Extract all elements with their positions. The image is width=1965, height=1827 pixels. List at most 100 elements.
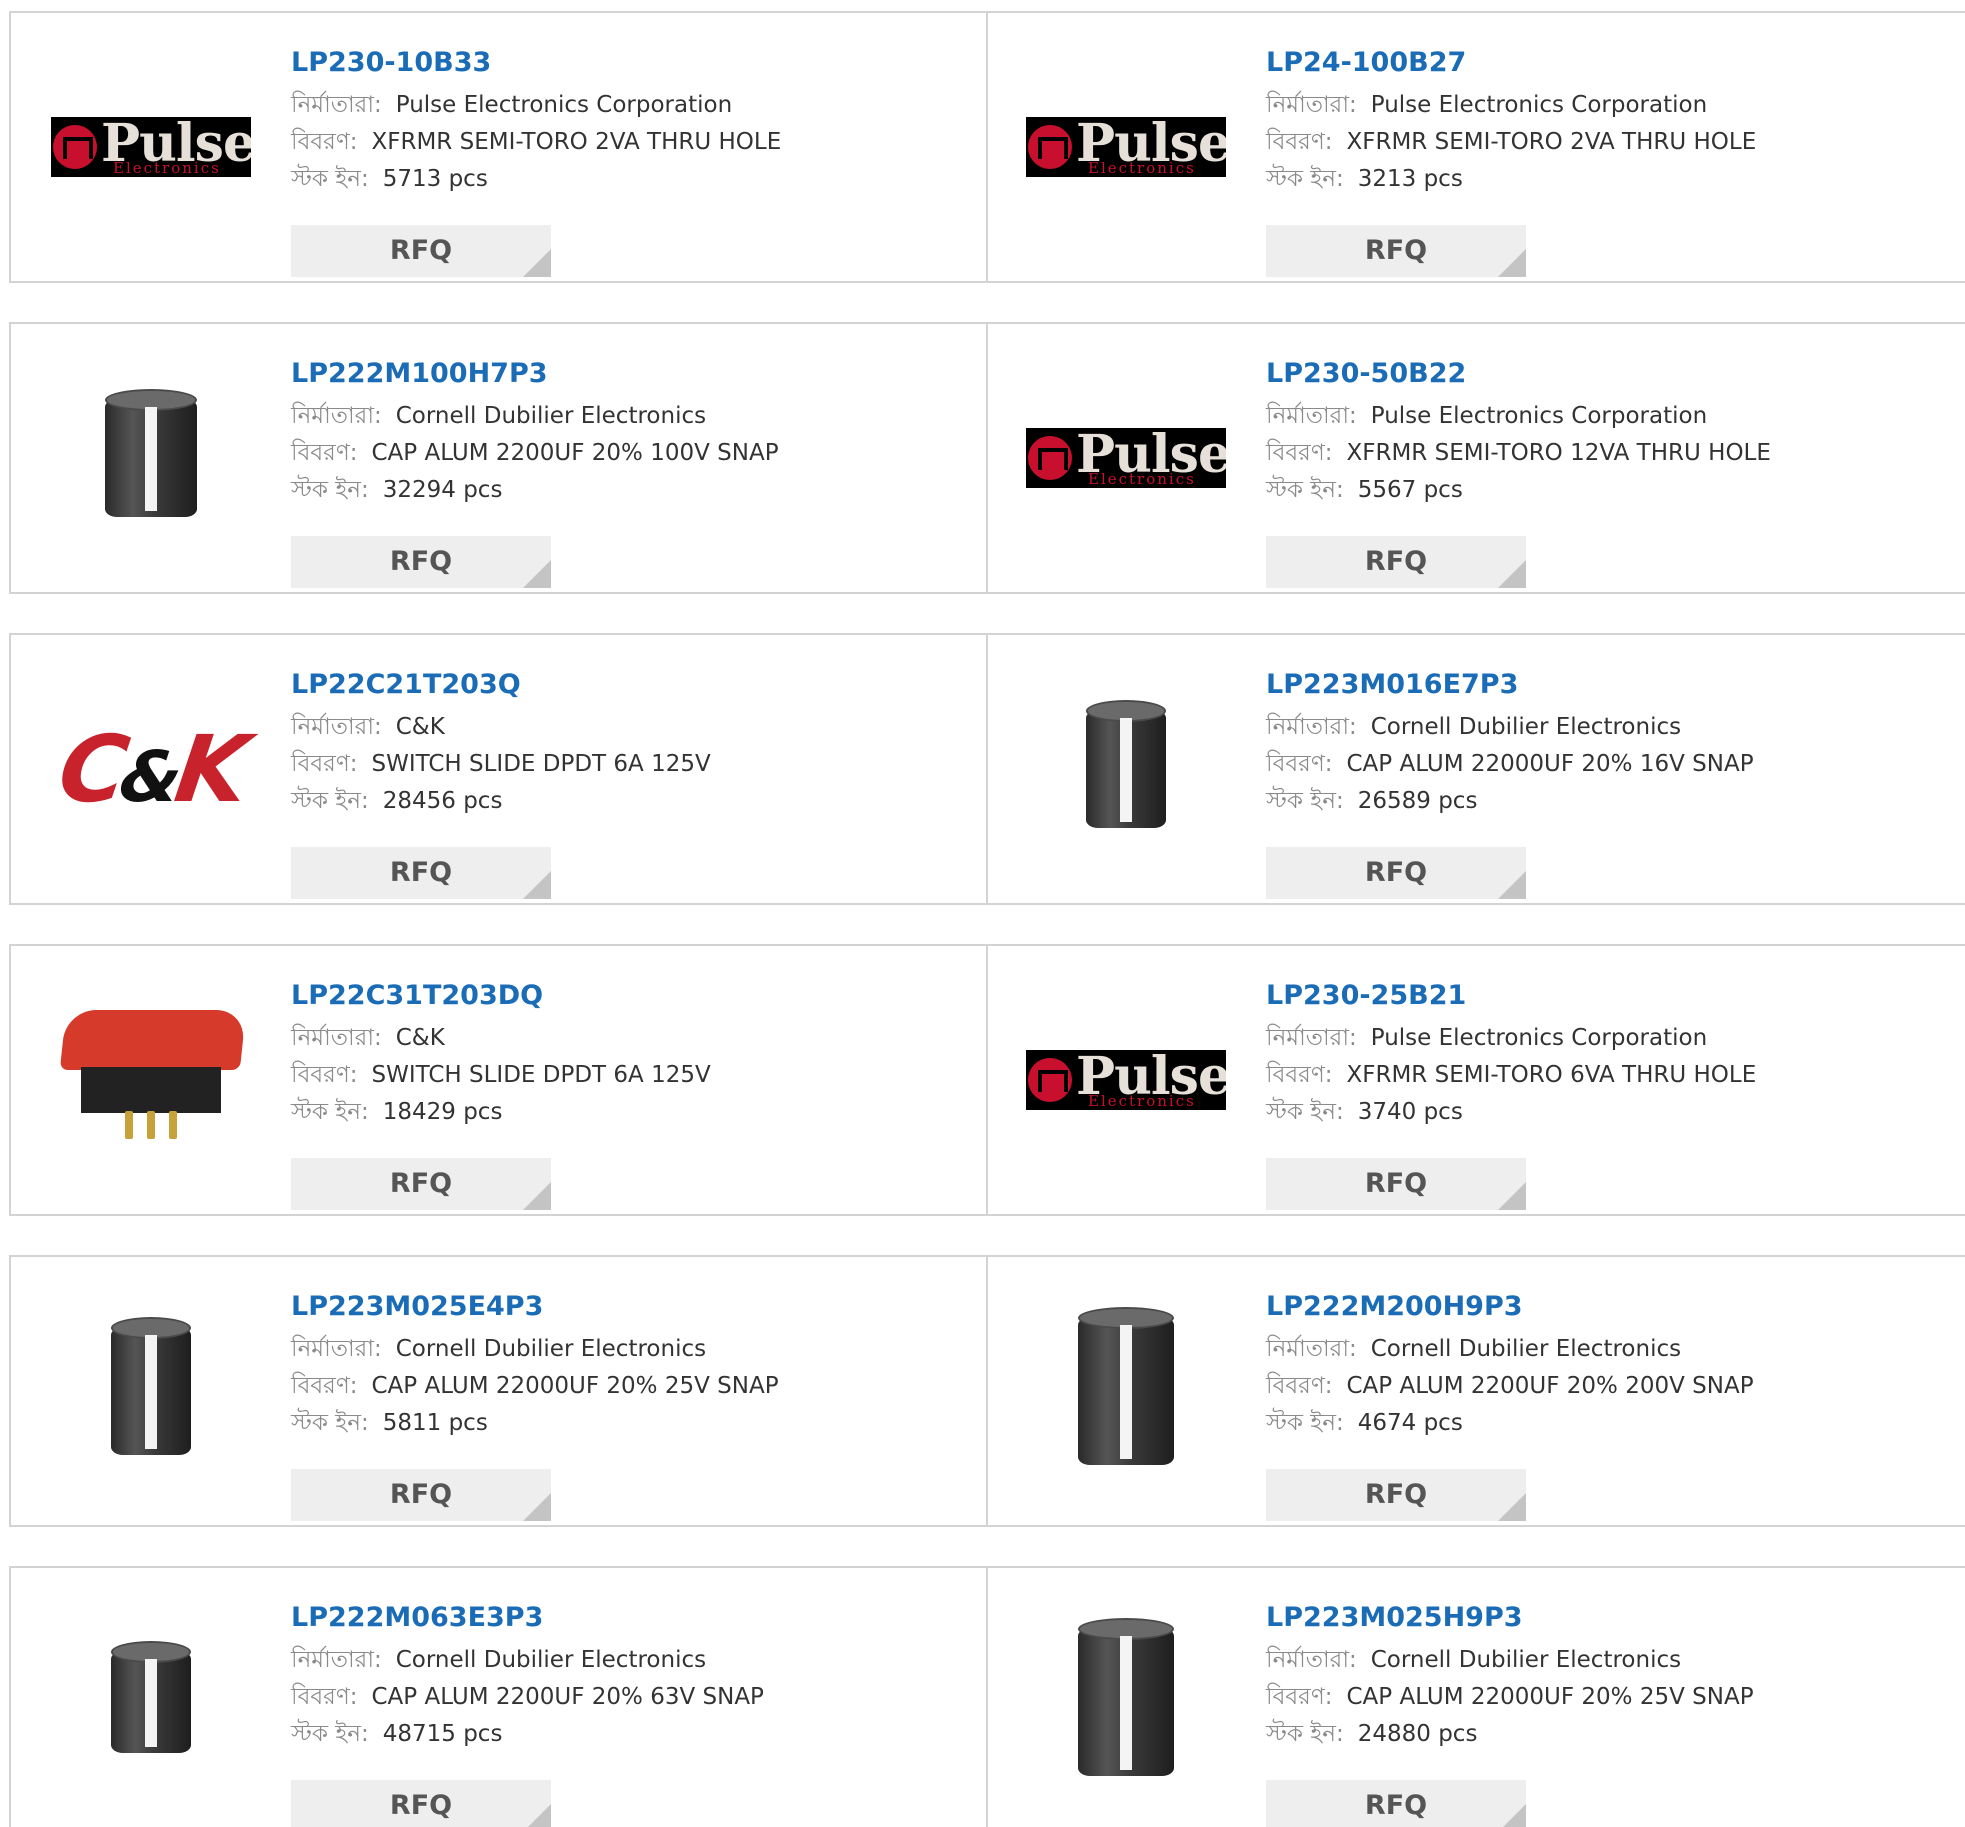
product-image[interactable]: C&K xyxy=(51,673,251,865)
description-label: বিবরণ: xyxy=(291,129,358,155)
description-row: বিবরণ: CAP ALUM 22000UF 20% 16V SNAP xyxy=(1266,746,1946,783)
manufacturer-label: নির্মাতারা: xyxy=(291,1647,382,1673)
stock-row: স্টক ইন: 18429 pcs xyxy=(291,1094,971,1131)
manufacturer-label: নির্মাতারা: xyxy=(1266,714,1357,740)
capacitor-image xyxy=(1086,700,1166,828)
rfq-button[interactable]: RFQ xyxy=(1266,847,1526,899)
product-row: LP222M100H7P3 নির্মাতারা: Cornell Dubilier… xyxy=(9,322,1965,594)
stock-label: স্টক ইন: xyxy=(291,788,369,814)
rfq-button[interactable]: RFQ xyxy=(1266,1158,1526,1210)
part-number-link[interactable]: LP223M025E4P3 xyxy=(291,1287,971,1331)
stock-row: স্টক ইন: 24880 pcs xyxy=(1266,1716,1946,1753)
stock-value: 3740 pcs xyxy=(1357,1099,1463,1125)
part-number-link[interactable]: LP230-25B21 xyxy=(1266,976,1946,1020)
product-info: LP223M016E7P3 নির্মাতারা: Cornell Dubilier… xyxy=(1266,665,1946,899)
manufacturer-row: নির্মাতারা: Cornell Dubilier Electronics xyxy=(291,1331,971,1368)
capacitor-image xyxy=(1078,1307,1174,1465)
product-card: LP222M200H9P3 নির্মাতারা: Cornell Dubilier… xyxy=(986,1257,1965,1525)
stock-label: স্টক ইন: xyxy=(291,166,369,192)
part-number-link[interactable]: LP223M025H9P3 xyxy=(1266,1598,1946,1642)
stock-label: স্টক ইন: xyxy=(1266,1410,1344,1436)
description-row: বিবরণ: XFRMR SEMI-TORO 2VA THRU HOLE xyxy=(1266,124,1946,161)
manufacturer-label: নির্মাতারা: xyxy=(1266,1025,1357,1051)
manufacturer-value: Cornell Dubilier Electronics xyxy=(1370,1647,1682,1673)
description-label: বিবরণ: xyxy=(291,1062,358,1088)
product-image[interactable]: Pulse Electronics xyxy=(1026,362,1226,554)
pulse-logo-sub: Electronics xyxy=(1088,1092,1196,1110)
pulse-logo-sub: Electronics xyxy=(113,159,221,177)
stock-row: স্টক ইন: 28456 pcs xyxy=(291,783,971,820)
product-image[interactable] xyxy=(51,1606,251,1798)
product-card: LP223M016E7P3 নির্মাতারা: Cornell Dubilier… xyxy=(986,635,1965,903)
stock-label: স্টক ইন: xyxy=(1266,1721,1344,1747)
stock-value: 24880 pcs xyxy=(1357,1721,1478,1747)
rfq-button[interactable]: RFQ xyxy=(291,1158,551,1210)
product-image[interactable]: Pulse Electronics xyxy=(51,51,251,243)
product-row: LP22C31T203DQ নির্মাতারা: C&K বিবরণ: SWITCH … xyxy=(9,944,1965,1216)
manufacturer-row: নির্মাতারা: Pulse Electronics Corporation xyxy=(1266,398,1946,435)
manufacturer-row: নির্মাতারা: Pulse Electronics Corporation xyxy=(291,87,971,124)
stock-row: স্টক ইন: 5811 pcs xyxy=(291,1405,971,1442)
product-image[interactable] xyxy=(51,362,251,554)
part-number-link[interactable]: LP222M100H7P3 xyxy=(291,354,971,398)
description-row: বিবরণ: XFRMR SEMI-TORO 6VA THRU HOLE xyxy=(1266,1057,1946,1094)
stock-value: 32294 pcs xyxy=(382,477,503,503)
description-row: বিবরণ: CAP ALUM 2200UF 20% 100V SNAP xyxy=(291,435,971,472)
product-card: Pulse Electronics LP230-10B33 নির্মাতারা: Pu… xyxy=(9,13,988,281)
rfq-button[interactable]: RFQ xyxy=(291,847,551,899)
description-label: বিবরণ: xyxy=(1266,1684,1333,1710)
description-row: বিবরণ: CAP ALUM 22000UF 20% 25V SNAP xyxy=(291,1368,971,1405)
pulse-electronics-logo: Pulse Electronics xyxy=(1026,117,1226,177)
rfq-button[interactable]: RFQ xyxy=(291,1780,551,1827)
pulse-electronics-logo: Pulse Electronics xyxy=(51,117,251,177)
product-image[interactable]: Pulse Electronics xyxy=(1026,51,1226,243)
stock-row: স্টক ইন: 5713 pcs xyxy=(291,161,971,198)
rfq-button[interactable]: RFQ xyxy=(291,536,551,588)
manufacturer-value: C&K xyxy=(395,1025,445,1051)
rfq-button[interactable]: RFQ xyxy=(291,225,551,277)
stock-value: 4674 pcs xyxy=(1357,1410,1463,1436)
description-value: CAP ALUM 22000UF 20% 16V SNAP xyxy=(1346,751,1754,777)
part-number-link[interactable]: LP223M016E7P3 xyxy=(1266,665,1946,709)
pulse-logo-mark-icon xyxy=(1028,436,1072,480)
rfq-button[interactable]: RFQ xyxy=(1266,1780,1526,1827)
rfq-button[interactable]: RFQ xyxy=(291,1469,551,1521)
stock-label: স্টক ইন: xyxy=(291,1410,369,1436)
rfq-button[interactable]: RFQ xyxy=(1266,1469,1526,1521)
stock-value: 26589 pcs xyxy=(1357,788,1478,814)
product-image[interactable] xyxy=(51,1295,251,1487)
part-number-link[interactable]: LP22C31T203DQ xyxy=(291,976,971,1020)
product-image[interactable]: Pulse Electronics xyxy=(1026,984,1226,1176)
part-number-link[interactable]: LP230-50B22 xyxy=(1266,354,1946,398)
description-value: CAP ALUM 2200UF 20% 100V SNAP xyxy=(371,440,779,466)
capacitor-image xyxy=(111,1317,191,1455)
description-value: XFRMR SEMI-TORO 6VA THRU HOLE xyxy=(1346,1062,1757,1088)
description-row: বিবরণ: XFRMR SEMI-TORO 12VA THRU HOLE xyxy=(1266,435,1946,472)
description-value: CAP ALUM 2200UF 20% 200V SNAP xyxy=(1346,1373,1754,1399)
product-image[interactable] xyxy=(1026,1295,1226,1487)
description-row: বিবরণ: SWITCH SLIDE DPDT 6A 125V xyxy=(291,1057,971,1094)
part-number-link[interactable]: LP22C21T203Q xyxy=(291,665,971,709)
description-row: বিবরণ: CAP ALUM 2200UF 20% 200V SNAP xyxy=(1266,1368,1946,1405)
manufacturer-row: নির্মাতারা: C&K xyxy=(291,709,971,746)
product-info: LP22C31T203DQ নির্মাতারা: C&K বিবরণ: SWITCH … xyxy=(291,976,971,1210)
product-info: LP222M100H7P3 নির্মাতারা: Cornell Dubilier… xyxy=(291,354,971,588)
product-image[interactable] xyxy=(51,984,251,1176)
stock-value: 5567 pcs xyxy=(1357,477,1463,503)
product-image[interactable] xyxy=(1026,673,1226,865)
product-card: LP222M063E3P3 নির্মাতারা: Cornell Dubilier… xyxy=(9,1568,988,1827)
description-value: SWITCH SLIDE DPDT 6A 125V xyxy=(371,751,711,777)
product-info: LP222M063E3P3 নির্মাতারা: Cornell Dubilier… xyxy=(291,1598,971,1827)
part-number-link[interactable]: LP222M200H9P3 xyxy=(1266,1287,1946,1331)
part-number-link[interactable]: LP222M063E3P3 xyxy=(291,1598,971,1642)
part-number-link[interactable]: LP230-10B33 xyxy=(291,43,971,87)
stock-value: 5713 pcs xyxy=(382,166,488,192)
manufacturer-value: Cornell Dubilier Electronics xyxy=(395,403,707,429)
rfq-button[interactable]: RFQ xyxy=(1266,225,1526,277)
manufacturer-label: নির্মাতারা: xyxy=(1266,92,1357,118)
stock-row: স্টক ইন: 5567 pcs xyxy=(1266,472,1946,509)
rfq-button[interactable]: RFQ xyxy=(1266,536,1526,588)
product-image[interactable] xyxy=(1026,1606,1226,1798)
manufacturer-row: নির্মাতারা: Cornell Dubilier Electronics xyxy=(1266,709,1946,746)
part-number-link[interactable]: LP24-100B27 xyxy=(1266,43,1946,87)
